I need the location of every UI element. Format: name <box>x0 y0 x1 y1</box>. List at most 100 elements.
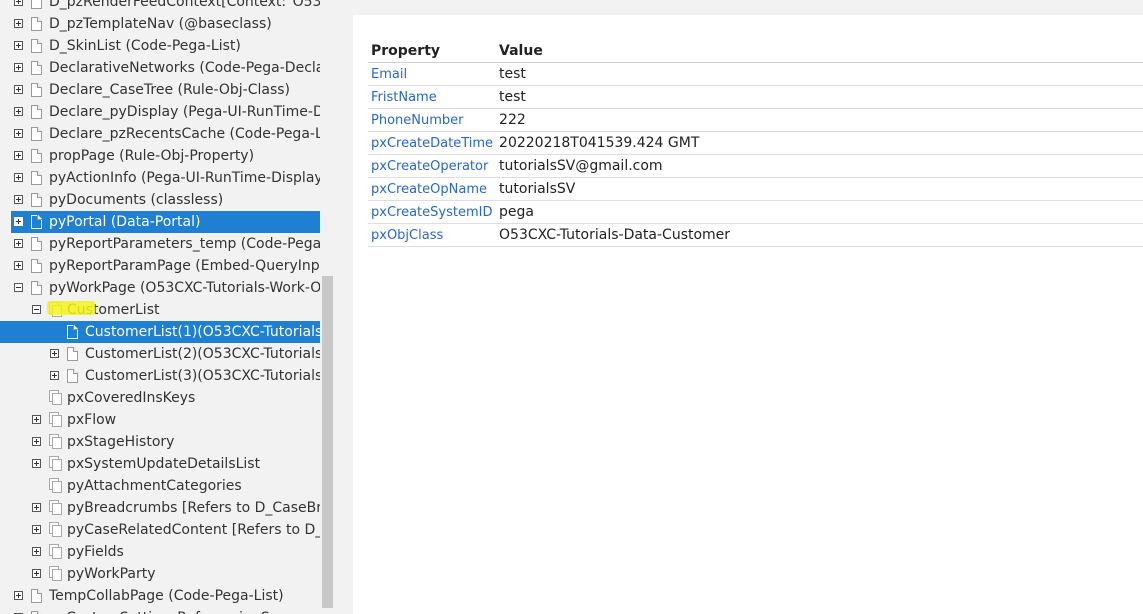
page-list-icon <box>49 412 63 427</box>
page-list-icon <box>49 500 63 515</box>
page-list-icon <box>49 566 63 581</box>
page-list-icon <box>49 544 63 559</box>
expand-icon[interactable] <box>14 591 23 600</box>
tree-item[interactable]: pyActionInfo (Pega-UI-RunTime-Display) <box>0 167 320 189</box>
expand-icon[interactable] <box>14 151 23 160</box>
expand-icon[interactable] <box>32 437 41 446</box>
tree-item[interactable]: pxFlow <box>0 409 320 431</box>
tree-item[interactable]: propPage (Rule-Obj-Property) <box>0 145 320 167</box>
expand-icon[interactable] <box>14 173 23 182</box>
tree-item[interactable]: D_SkinList (Code-Pega-List) <box>0 35 320 57</box>
expand-icon[interactable] <box>32 569 41 578</box>
expand-icon[interactable] <box>32 459 41 468</box>
expand-icon[interactable] <box>14 41 23 50</box>
page-icon <box>67 369 78 383</box>
page-list-icon <box>49 522 63 537</box>
expand-icon[interactable] <box>50 371 59 380</box>
table-row: pxObjClass O53CXC-Tutorials-Data-Customer <box>368 223 1143 247</box>
tree-item[interactable]: pxCoveredInsKeys <box>0 387 320 409</box>
expand-icon[interactable] <box>50 349 59 358</box>
tree-item[interactable]: pyWorkParty <box>0 563 320 585</box>
tree-item[interactable]: pyDocuments (classless) <box>0 189 320 211</box>
tree-item-label: Declare_CaseTree (Rule-Obj-Class) <box>49 82 291 98</box>
expand-icon[interactable] <box>32 525 41 534</box>
collapse-icon[interactable] <box>32 305 41 314</box>
tree-item[interactable]: CustomerList(2)(O53CXC-Tutorials-D <box>0 343 320 365</box>
property-name-link[interactable]: pxCreateDateTime <box>368 131 497 155</box>
tree-item-label: pyPortal (Data-Portal) <box>49 214 201 230</box>
property-name-link[interactable]: PhoneNumber <box>368 108 497 132</box>
tree-item-label: pyDocuments (classless) <box>49 192 224 208</box>
table-header-row: Property Value <box>368 41 1143 63</box>
expand-icon[interactable] <box>14 129 23 138</box>
tree-item[interactable]: TempCollabPage (Code-Pega-List) <box>0 585 320 607</box>
tree-item[interactable]: Declare_CaseTree (Rule-Obj-Class) <box>0 79 320 101</box>
tree-item[interactable]: pyAttachmentCategories <box>0 475 320 497</box>
tree-item-label: Declare_pzRecentsCache (Code-Pega-List) <box>49 126 320 142</box>
page-icon <box>31 259 42 273</box>
expand-icon[interactable] <box>32 547 41 556</box>
tree-item[interactable]: D_pzTemplateNav (@baseclass) <box>0 13 320 35</box>
expand-icon[interactable] <box>14 239 23 248</box>
table-row: Email test <box>368 62 1143 86</box>
tree-item-label: CustomerList(2)(O53CXC-Tutorials-D <box>85 346 320 362</box>
tree-item[interactable]: pyPortal (Data-Portal) <box>11 211 320 233</box>
column-header-value: Value <box>496 41 1143 63</box>
tree-item[interactable]: pxSystemUpdateDetailsList <box>0 453 320 475</box>
tree-item[interactable]: pyReportParameters_temp (Code-Pega-Li <box>0 233 320 255</box>
page-icon <box>31 127 42 141</box>
property-name-link[interactable]: pxObjClass <box>368 223 497 247</box>
expand-icon[interactable] <box>14 261 23 270</box>
page-icon <box>31 105 42 119</box>
expand-icon[interactable] <box>14 0 23 6</box>
tree-item[interactable]: Declare_pzRecentsCache (Code-Pega-List) <box>0 123 320 145</box>
tree-item-label: TempCollabPage (Code-Pega-List) <box>49 588 284 604</box>
tree-item[interactable]: CustomerList(1)(O53CXC-Tutorials-D <box>0 321 320 343</box>
tree-item[interactable]: pyCaseRelatedContent [Refers to D_px <box>0 519 320 541</box>
tree-item[interactable]: Declare_pyDisplay (Pega-UI-RunTime-Disp <box>0 101 320 123</box>
tree-item[interactable]: pyBreadcrumbs [Refers to D_CaseBrea <box>0 497 320 519</box>
expand-icon[interactable] <box>14 19 23 28</box>
tree-item[interactable]: pyCustomSettingsReferencingSource <box>0 607 320 614</box>
page-icon <box>67 347 78 361</box>
expand-icon[interactable] <box>32 415 41 424</box>
page-icon <box>31 171 42 185</box>
tree-item-label: D_pzRenderFeedContext[Context:"O53 <box>49 0 320 10</box>
property-name-link[interactable]: Email <box>368 62 497 86</box>
tree-item-label: pyBreadcrumbs [Refers to D_CaseBrea <box>67 500 320 516</box>
tree-item[interactable]: DeclarativeNetworks (Code-Pega-Declarat <box>0 57 320 79</box>
tree-item-label: pyCustomSettingsReferencingSource <box>49 607 309 614</box>
tree-item[interactable]: CustomerList(3)(O53CXC-Tutorials-D <box>0 365 320 387</box>
collapse-icon[interactable] <box>14 283 23 292</box>
tree-item-label: CustomerList(1)(O53CXC-Tutorials-D <box>85 324 320 340</box>
expand-icon[interactable] <box>14 217 23 226</box>
expand-icon[interactable] <box>32 503 41 512</box>
tree-item-label: pyActionInfo (Pega-UI-RunTime-Display) <box>49 170 320 186</box>
property-name-link[interactable]: FristName <box>368 85 497 109</box>
property-name-link[interactable]: pxCreateOpName <box>368 177 497 201</box>
page-icon <box>31 149 42 163</box>
property-name-link[interactable]: pxCreateOperator <box>368 154 497 178</box>
expand-icon[interactable] <box>14 107 23 116</box>
tree-scrollbar-thumb[interactable] <box>322 276 333 608</box>
expand-icon[interactable] <box>14 195 23 204</box>
tree-item[interactable]: pyFields <box>0 541 320 563</box>
property-value: O53CXC-Tutorials-Data-Customer <box>496 223 1143 247</box>
page-icon <box>31 193 42 207</box>
tree-item-label: propPage (Rule-Obj-Property) <box>49 148 255 164</box>
tree-item-label: Declare_pyDisplay (Pega-UI-RunTime-Disp <box>49 104 320 120</box>
expand-icon[interactable] <box>14 85 23 94</box>
tree-item[interactable]: pxStageHistory <box>0 431 320 453</box>
property-value: tutorialsSV <box>496 177 1143 201</box>
page-icon <box>31 61 42 75</box>
expand-icon[interactable] <box>14 63 23 72</box>
property-name-link[interactable]: pxCreateSystemID <box>368 200 497 224</box>
tree-item[interactable]: pyReportParamPage (Embed-QueryInputs <box>0 255 320 277</box>
tree-item[interactable]: D_pzRenderFeedContext[Context:"O53 <box>0 0 320 13</box>
property-value: 222 <box>496 108 1143 132</box>
tree-item-label: pxFlow <box>67 412 117 428</box>
table-row: pxCreateOpName tutorialsSV <box>368 177 1143 201</box>
tree-item[interactable]: pyWorkPage (O53CXC-Tutorials-Work-Orc <box>0 277 320 299</box>
property-value: tutorialsSV@gmail.com <box>496 154 1143 178</box>
property-panel: Property Value Email test FristName test Pho… <box>353 15 1143 614</box>
